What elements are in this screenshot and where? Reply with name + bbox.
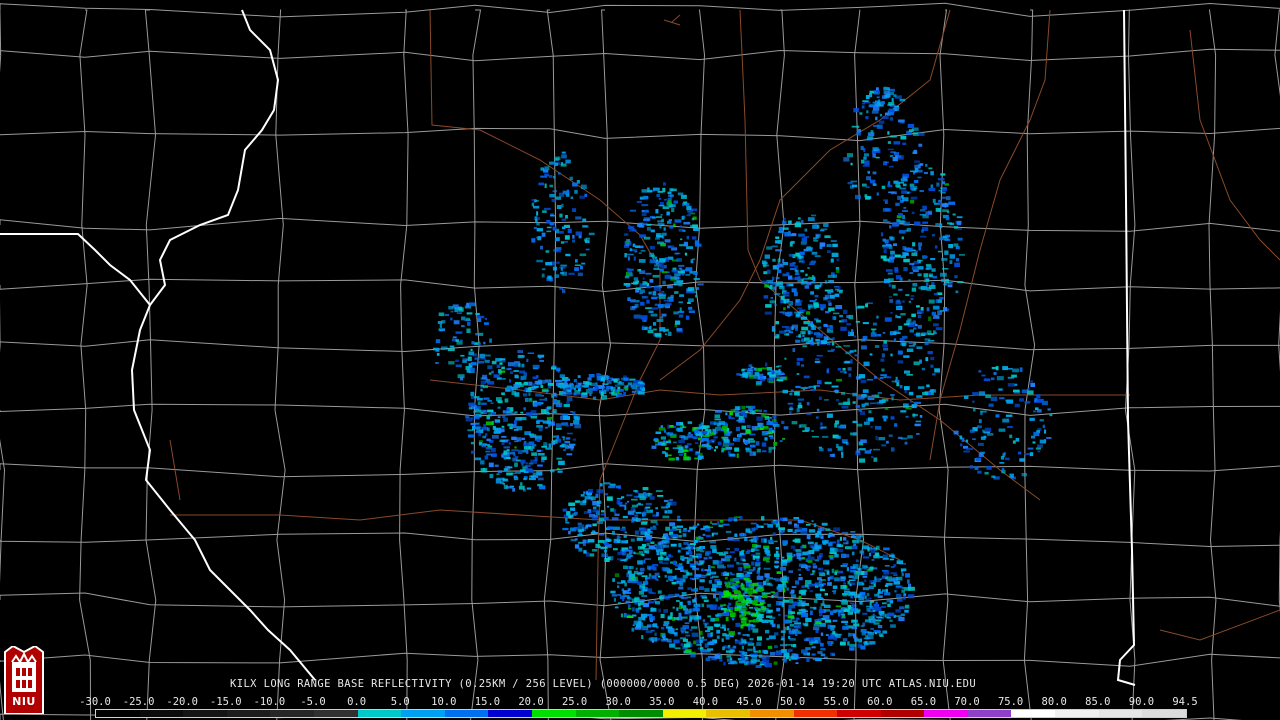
- scale-segment: [96, 710, 140, 717]
- scale-segment: [575, 710, 620, 717]
- scale-label: 65.0: [910, 696, 937, 708]
- scale-segment: [793, 710, 838, 717]
- scale-segment: [662, 710, 707, 717]
- scale-label: 15.0: [474, 696, 501, 708]
- scale-label: 80.0: [1041, 696, 1067, 708]
- scale-segment: [1055, 710, 1099, 717]
- scale-segment: [880, 710, 925, 717]
- scale-label: -15.0: [209, 696, 242, 708]
- scale-label: 25.0: [561, 696, 588, 708]
- scale-segment: [837, 710, 881, 717]
- dbz-color-scale: [95, 709, 1187, 718]
- scale-segment: [183, 710, 227, 717]
- scale-label: 20.0: [518, 696, 544, 708]
- scale-segment: [924, 710, 968, 717]
- scale-label: 30.0: [605, 696, 631, 708]
- scale-label: 40.0: [692, 696, 719, 708]
- scale-segment: [444, 710, 489, 717]
- scale-label: 75.0: [997, 696, 1024, 708]
- scale-segment: [226, 710, 271, 717]
- scale-label: 10.0: [431, 696, 457, 708]
- scale-label: 85.0: [1085, 696, 1111, 708]
- scale-segment: [749, 710, 794, 717]
- scale-segment: [270, 710, 314, 717]
- scale-segment: [967, 710, 1012, 717]
- logo-text: NIU: [12, 695, 36, 708]
- scale-label: -10.0: [253, 696, 286, 708]
- scale-segment: [1098, 710, 1143, 717]
- scale-segment: [139, 710, 184, 717]
- scale-label: 45.0: [736, 696, 762, 708]
- scale-label: 55.0: [823, 696, 849, 708]
- scale-label: -25.0: [122, 696, 155, 708]
- scale-segment: [488, 710, 532, 717]
- scale-segment: [313, 710, 358, 717]
- scale-label: 5.0: [390, 696, 410, 708]
- scale-label: 70.0: [954, 696, 980, 708]
- scale-segment: [1011, 710, 1056, 717]
- scale-segment: [531, 710, 576, 717]
- dbz-scale-labels: -30.0 -25.0 -20.0 -15.0 -10.0 -5.0 0.0 5.0 10.0 1…: [79, 696, 1198, 708]
- scale-label: 50.0: [779, 696, 806, 708]
- scale-label: 90.0: [1128, 696, 1155, 708]
- scale-label: -20.0: [166, 696, 198, 708]
- scale-label: 94.5: [1172, 696, 1198, 708]
- scale-label: 35.0: [649, 696, 675, 708]
- scale-segment: [706, 710, 750, 717]
- product-caption: KILX LONG RANGE BASE REFLECTIVITY (0.25K…: [230, 678, 977, 690]
- scale-label: -5.0: [300, 696, 326, 708]
- scale-label: -30.0: [79, 696, 111, 708]
- scale-segment: [1142, 710, 1186, 717]
- radar-map: [0, 0, 1280, 720]
- scale-segment: [401, 710, 445, 717]
- scale-segment: [357, 710, 402, 717]
- scale-segment: [619, 710, 663, 717]
- scale-label: 0.0: [347, 696, 367, 708]
- scale-label: 60.0: [867, 696, 893, 708]
